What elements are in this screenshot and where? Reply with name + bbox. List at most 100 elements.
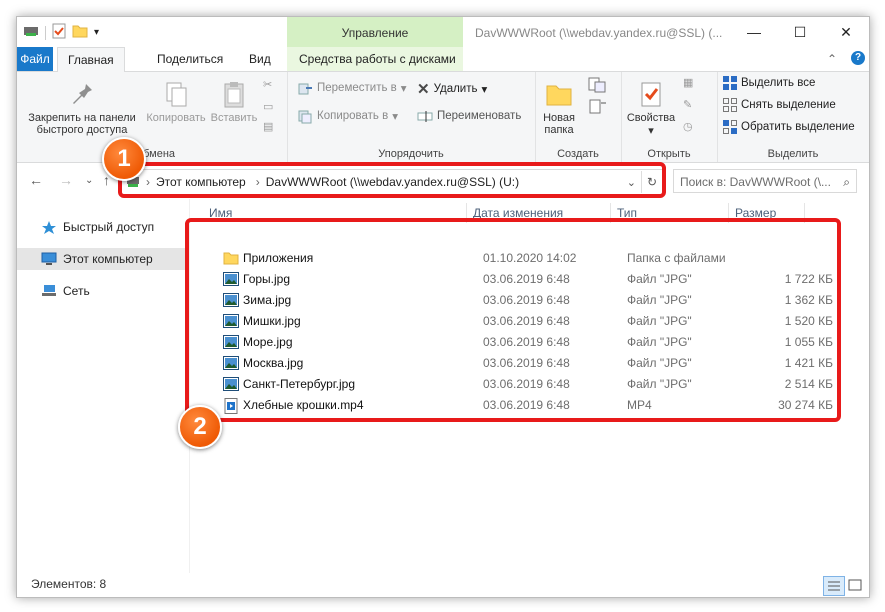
copy-path-icon[interactable]: ▭ [263, 100, 273, 113]
minimize-button[interactable]: — [731, 17, 777, 47]
quick-access-toolbar: ▾ [23, 23, 99, 42]
step-badge-1: 1 [102, 137, 146, 181]
file-list-highlight [185, 218, 841, 422]
organize-group-label: Упорядочить [378, 148, 444, 160]
rename-button[interactable]: Переименовать [417, 108, 521, 124]
delete-label: Удалить [433, 83, 478, 95]
back-arrow-icon[interactable]: ← [29, 172, 43, 188]
move-to-icon [298, 83, 312, 95]
details-view-icon[interactable] [823, 576, 845, 596]
tab-view[interactable]: Вид [239, 47, 281, 71]
edit-icon[interactable]: ✎ [683, 98, 692, 111]
nav-item-this-pc[interactable]: Этот компьютер [17, 248, 189, 270]
new-folder-qat-icon[interactable] [72, 24, 88, 41]
invert-selection-icon [723, 120, 737, 134]
invert-selection-button[interactable]: Обратить выделение [723, 120, 855, 134]
new-folder-button[interactable]: Новая папка [539, 80, 579, 136]
tab-share[interactable]: Поделиться [147, 47, 233, 71]
pin-label-line1: Закрепить на панели [28, 112, 136, 124]
open-group-label: Открыть [647, 148, 691, 160]
delete-dropdown-icon: ▾ [481, 84, 488, 96]
group-open: Свойства ▾ ▦ ✎ ◷ Открыть [621, 72, 718, 162]
move-to-button[interactable]: Переместить в ▾ [297, 80, 407, 96]
copy-to-icon [298, 110, 312, 124]
star-icon [41, 220, 57, 235]
clipboard-group-label: обмена [137, 148, 176, 160]
pin-icon [73, 84, 92, 104]
pin-label-line2: быстрого доступа [36, 124, 128, 136]
copy-icon [166, 82, 187, 107]
copy-label: Копировать [146, 112, 206, 124]
copy-to-label: Копировать в [317, 110, 389, 122]
properties-button[interactable]: Свойства ▾ [623, 80, 679, 137]
rename-icon [417, 111, 433, 122]
group-organize: Переместить в ▾ Копировать в ▾ ✕ Удалить ▾ … [287, 72, 536, 162]
copy-button[interactable]: Копировать [145, 80, 207, 124]
forward-arrow-icon[interactable]: → [59, 172, 73, 188]
select-none-icon [723, 98, 737, 112]
nav-item-quick-access[interactable]: Быстрый доступ [17, 216, 189, 238]
new-group-label: Создать [557, 148, 599, 160]
select-all-label: Выделить все [741, 77, 816, 89]
group-select: Выделить все Снять выделение Обратить вы… [717, 72, 869, 162]
properties-dropdown-icon: ▾ [648, 125, 654, 137]
item-count: Элементов: 8 [31, 577, 107, 591]
status-bar: Элементов: 8 [17, 573, 869, 597]
rename-label: Переименовать [437, 110, 522, 122]
tab-home[interactable]: Главная [57, 47, 125, 73]
new-folder-label-line2: папка [544, 124, 574, 136]
ribbon-collapse-icon[interactable]: ⌃ [817, 47, 847, 71]
open-icon[interactable]: ▦ [683, 76, 693, 89]
select-none-button[interactable]: Снять выделение [723, 98, 836, 112]
drive-icon[interactable] [23, 24, 39, 41]
nav-item-network[interactable]: Сеть [17, 280, 189, 302]
group-new: Новая папка Создать [535, 72, 622, 162]
new-item-icon[interactable] [587, 76, 609, 97]
select-none-label: Снять выделение [741, 99, 836, 111]
invert-selection-label: Обратить выделение [741, 121, 855, 133]
pin-quick-access-button[interactable]: Закрепить на панели быстрого доступа [23, 80, 141, 136]
ribbon: Закрепить на панели быстрого доступа Коп… [17, 72, 869, 163]
manage-context-tab-header[interactable]: Управление [287, 17, 463, 47]
network-icon [41, 284, 57, 298]
paste-button[interactable]: Вставить [209, 80, 259, 124]
computer-icon [41, 252, 57, 266]
group-clipboard: Закрепить на панели быстрого доступа Коп… [17, 72, 288, 162]
new-folder-label-line1: Новая [543, 112, 575, 124]
move-to-label: Переместить в [317, 82, 397, 94]
help-icon[interactable]: ? [851, 51, 865, 65]
nav-label-quick-access: Быстрый доступ [63, 220, 155, 234]
tab-file[interactable]: Файл [17, 47, 53, 71]
history-icon[interactable]: ◷ [683, 120, 693, 133]
properties-icon [641, 82, 661, 107]
qat-dropdown-icon[interactable]: ▾ [94, 27, 99, 38]
paste-icon [224, 82, 244, 108]
qat-separator [45, 25, 46, 40]
new-folder-icon [546, 85, 572, 106]
select-all-button[interactable]: Выделить все [723, 76, 815, 90]
address-bar-highlight [118, 162, 666, 198]
window-title: DavWWWRoot (\\webdav.yandex.ru@SSL) (... [475, 26, 723, 40]
search-input[interactable]: Поиск в: DavWWWRoot (\... ⌕ [673, 169, 857, 193]
large-icons-view-icon[interactable] [845, 576, 865, 594]
delete-x-icon: ✕ [417, 81, 430, 98]
delete-button[interactable]: ✕ Удалить ▾ [417, 80, 487, 98]
maximize-button[interactable]: ☐ [777, 17, 823, 47]
copy-to-button[interactable]: Копировать в ▾ [297, 108, 398, 124]
paste-shortcut-icon[interactable]: ▤ [263, 120, 273, 133]
move-to-dropdown-icon: ▾ [400, 83, 407, 95]
navigation-pane: Быстрый доступ Этот компьютер Сеть [17, 199, 190, 573]
recent-dropdown-icon[interactable]: ⌄ [85, 175, 93, 186]
properties-check-icon[interactable] [52, 23, 66, 42]
cut-icon[interactable]: ✂ [263, 78, 272, 91]
select-all-icon [723, 76, 737, 90]
ribbon-tabs: Файл Главная Поделиться Вид Средства раб… [17, 47, 869, 73]
nav-label-network: Сеть [63, 284, 90, 298]
search-icon[interactable]: ⌕ [843, 170, 850, 194]
close-button[interactable]: ✕ [823, 17, 869, 47]
paste-label: Вставить [210, 112, 258, 124]
tab-drive-tools[interactable]: Средства работы с дисками [289, 47, 466, 71]
copy-to-dropdown-icon: ▾ [392, 111, 399, 123]
easy-access-icon[interactable] [587, 98, 609, 119]
properties-label: Свойства [626, 112, 676, 124]
